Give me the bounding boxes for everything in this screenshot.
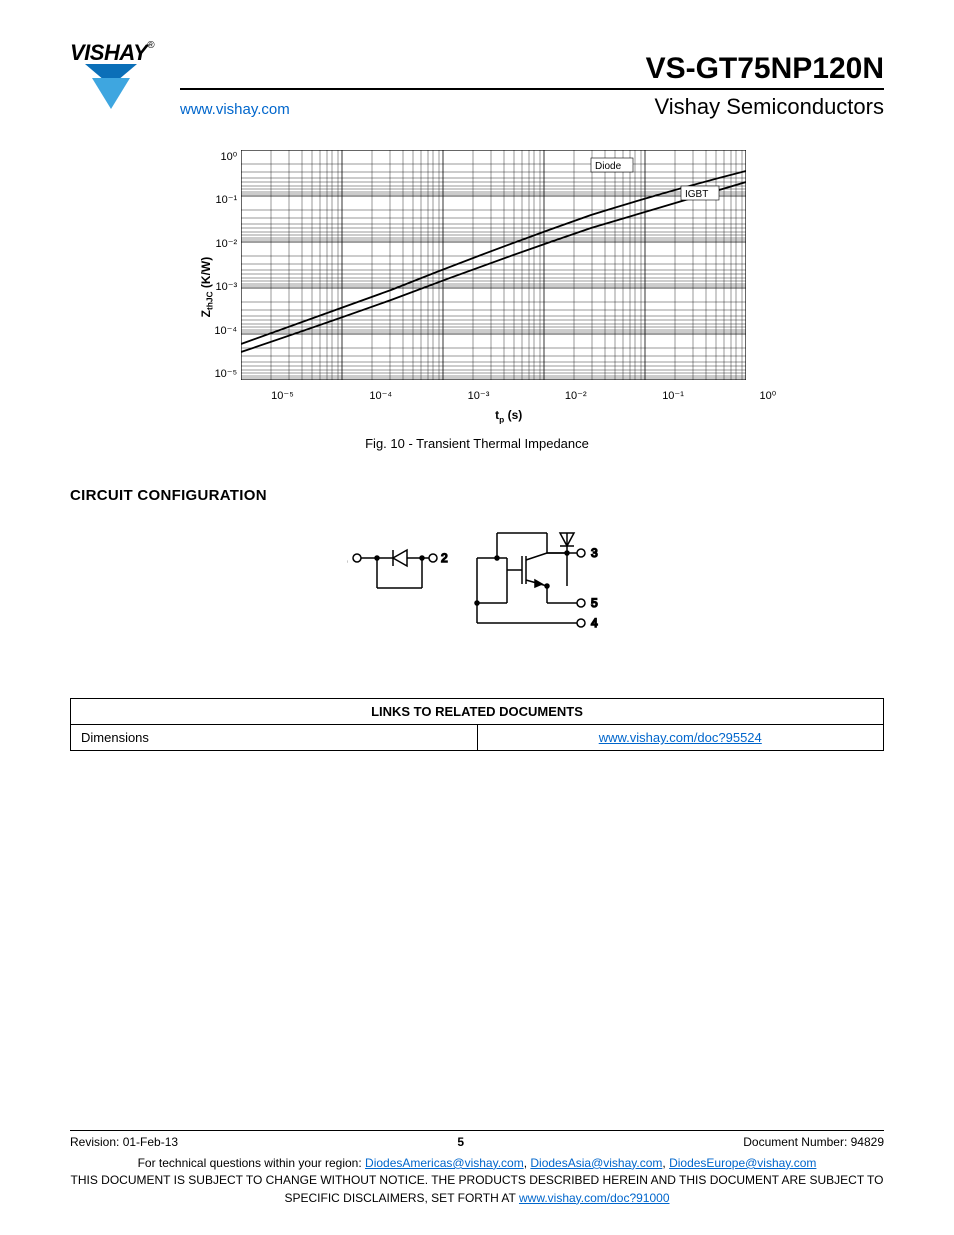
related-documents-table: LINKS TO RELATED DOCUMENTS Dimensions ww… <box>70 698 884 751</box>
logo-triangle-icon <box>85 64 137 109</box>
logo: VISHAY® <box>70 40 180 114</box>
footer-docnum: Document Number: 94829 <box>743 1135 884 1149</box>
footer-disclaimer: THIS DOCUMENT IS SUBJECT TO CHANGE WITHO… <box>71 1173 884 1204</box>
svg-text:3: 3 <box>591 546 598 560</box>
division-name: Vishay Semiconductors <box>655 94 885 120</box>
part-number: VS-GT75NP120N <box>180 52 884 90</box>
related-link[interactable]: www.vishay.com/doc?95524 <box>599 730 762 745</box>
chart-figure: ZthJC (K/W) 10⁰ 10⁻¹ 10⁻² 10⁻³ 10⁻⁴ 10⁻⁵ <box>197 150 757 451</box>
site-url-link[interactable]: www.vishay.com <box>180 101 290 118</box>
footer-tech-prefix: For technical questions within your regi… <box>138 1156 365 1170</box>
section-circuit-config: CIRCUIT CONFIGURATION <box>70 487 884 504</box>
logo-text: VISHAY <box>70 40 147 65</box>
figure-caption: Fig. 10 - Transient Thermal Impedance <box>197 436 757 451</box>
related-heading: LINKS TO RELATED DOCUMENTS <box>71 699 884 725</box>
page-header: VISHAY® VS-GT75NP120N www.vishay.com Vis… <box>70 40 884 120</box>
footer-email-3[interactable]: DiodesEurope@vishay.com <box>669 1156 816 1170</box>
svg-text:4: 4 <box>591 616 598 630</box>
chart-xticks: 10⁻⁵ 10⁻⁴ 10⁻³ 10⁻² 10⁻¹ 10⁰ <box>271 389 776 402</box>
legend-igbt: IGBT <box>685 189 708 200</box>
series-igbt <box>241 182 746 352</box>
chart-ylabel: ZthJC (K/W) <box>197 150 214 424</box>
footer-revision: Revision: 01-Feb-13 <box>70 1135 178 1149</box>
series-diode <box>241 171 746 344</box>
footer-disclaimer-link[interactable]: www.vishay.com/doc?91000 <box>519 1191 670 1205</box>
table-row: Dimensions www.vishay.com/doc?95524 <box>71 725 884 751</box>
related-label: Dimensions <box>71 725 478 751</box>
chart-svg: Diode IGBT <box>241 150 746 380</box>
logo-registered: ® <box>147 40 154 51</box>
footer-email-2[interactable]: DiodesAsia@vishay.com <box>530 1156 662 1170</box>
circuit-diagram: 1 2 <box>347 528 607 638</box>
header-right: VS-GT75NP120N www.vishay.com Vishay Semi… <box>180 40 884 120</box>
footer-email-1[interactable]: DiodesAmericas@vishay.com <box>365 1156 524 1170</box>
svg-text:2: 2 <box>441 551 448 565</box>
chart-xlabel: tp (s) <box>241 408 776 424</box>
footer-page: 5 <box>457 1135 464 1149</box>
svg-text:5: 5 <box>591 596 598 610</box>
legend-diode: Diode <box>595 161 622 172</box>
page-footer: Revision: 01-Feb-13 5 Document Number: 9… <box>70 1130 884 1207</box>
chart-yticks: 10⁰ 10⁻¹ 10⁻² 10⁻³ 10⁻⁴ 10⁻⁵ <box>214 150 241 380</box>
